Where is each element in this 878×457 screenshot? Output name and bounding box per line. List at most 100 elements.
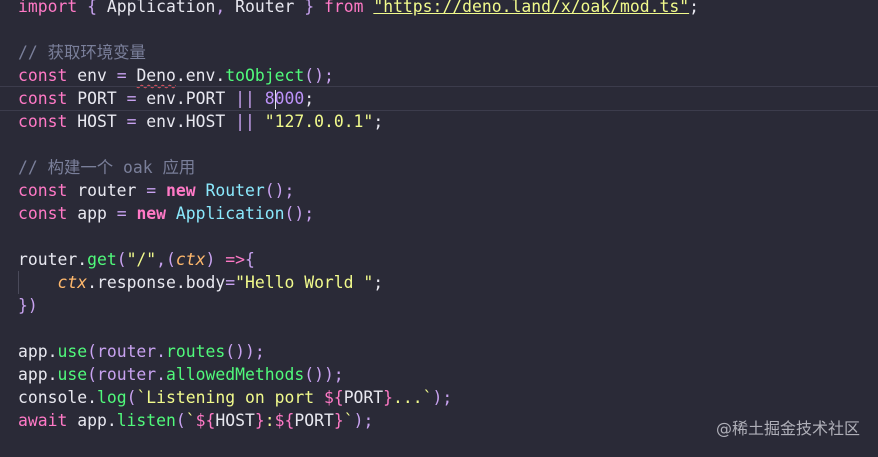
code-token: from [323,0,364,16]
code-token: const [18,89,68,108]
code-token: env.HOST [136,112,236,131]
code-token: } [294,0,324,16]
code-token: // 获取环境变量 [18,43,146,62]
code-line[interactable]: app.use(router.routes()); [18,340,878,363]
code-token: { [77,0,107,16]
code-line-active[interactable]: const PORT = env.PORT || 8000; [0,86,878,111]
code-token: : [264,411,275,430]
code-token: (router. [87,365,167,384]
code-token: Router [235,0,295,16]
code-line[interactable]: app.use(router.allowedMethods()); [18,363,878,386]
indent-guide [18,271,19,294]
code-token: (); [264,181,295,200]
code-token: "/" [126,250,157,269]
code-line[interactable] [18,18,878,41]
code-token: app. [67,411,117,430]
code-token: env [67,66,117,85]
code-token: ` [343,411,354,430]
code-token: || [235,112,255,131]
code-line[interactable]: router.get("/",(ctx) =>{ [18,248,878,271]
code-token: (); [284,204,315,223]
code-line[interactable]: ctx.response.body="Hello World "; [18,271,878,294]
code-token: = [116,66,127,85]
code-token: ; [373,273,384,292]
code-line[interactable] [18,133,878,156]
code-token: use [57,365,88,384]
code-line[interactable] [18,317,878,340]
code-token: ( [126,388,137,407]
code-token: = [146,181,157,200]
code-token: ctx [57,273,88,292]
code-token: const [18,181,68,200]
code-line[interactable]: const app = new Application(); [18,202,878,225]
code-token: ) [205,250,226,269]
code-token: "127.0.0.1" [264,112,374,131]
code-token: = [126,112,137,131]
code-editor[interactable]: import { Application, Router } from "htt… [0,0,878,457]
code-token: // 构建一个 oak 应用 [18,158,196,177]
code-token: app. [18,365,58,384]
code-token: ); [353,411,374,430]
code-token: PORT [294,411,334,430]
code-token: get [87,250,117,269]
code-token: "https://deno.land/x/oak/mod.ts" [373,0,690,16]
code-token: Deno [136,66,176,85]
code-token: } [333,411,344,430]
code-token: } [383,388,394,407]
code-line[interactable]: import { Application, Router } from "htt… [18,0,878,18]
code-token: app. [18,342,58,361]
code-token: { [245,250,255,269]
code-token: import [18,0,78,16]
code-token: ( [175,411,186,430]
code-token: ,( [156,250,176,269]
code-line[interactable]: // 构建一个 oak 应用 [18,156,878,179]
code-token: 000 [274,89,305,108]
code-token: use [57,342,88,361]
code-token: = [225,273,236,292]
code-token: listen [116,411,176,430]
code-token: ${ [195,411,216,430]
code-token: app [67,204,117,223]
code-token: router [67,181,147,200]
code-area[interactable]: import { Application, Router } from "htt… [0,0,878,432]
code-token: const [18,66,68,85]
code-line[interactable]: const router = new Router(); [18,179,878,202]
code-token: ; [373,112,384,131]
code-line[interactable]: // 获取环境变量 [18,41,878,64]
code-token: Application [175,204,285,223]
code-token: new [166,181,196,200]
code-token: `Listening on port [136,388,324,407]
code-token: PORT [67,89,127,108]
code-line[interactable]: const env = Deno.env.toObject(); [18,64,878,87]
code-token: env.PORT [136,89,236,108]
code-token: ; [304,89,315,108]
code-token: PORT [343,388,384,407]
code-token: log [96,388,127,407]
code-token: ( [116,250,127,269]
watermark: @稀土掘金技术社区 [715,419,860,438]
code-token: ()); [304,365,344,384]
code-line[interactable]: const HOST = env.HOST || "127.0.0.1"; [18,110,878,133]
code-token: ; [689,0,699,16]
code-token: , [215,0,236,16]
code-line[interactable] [18,225,878,248]
code-token: => [225,250,246,269]
code-line[interactable]: console.log(`Listening on port ${PORT}..… [18,386,878,409]
code-token: routes [166,342,226,361]
code-token: ()); [225,342,265,361]
code-token: const [18,112,68,131]
code-token: const [18,204,68,223]
code-line[interactable]: }) [18,294,878,317]
code-token: ctx [175,250,206,269]
code-token: await [18,411,68,430]
code-token: 8 [264,89,275,108]
